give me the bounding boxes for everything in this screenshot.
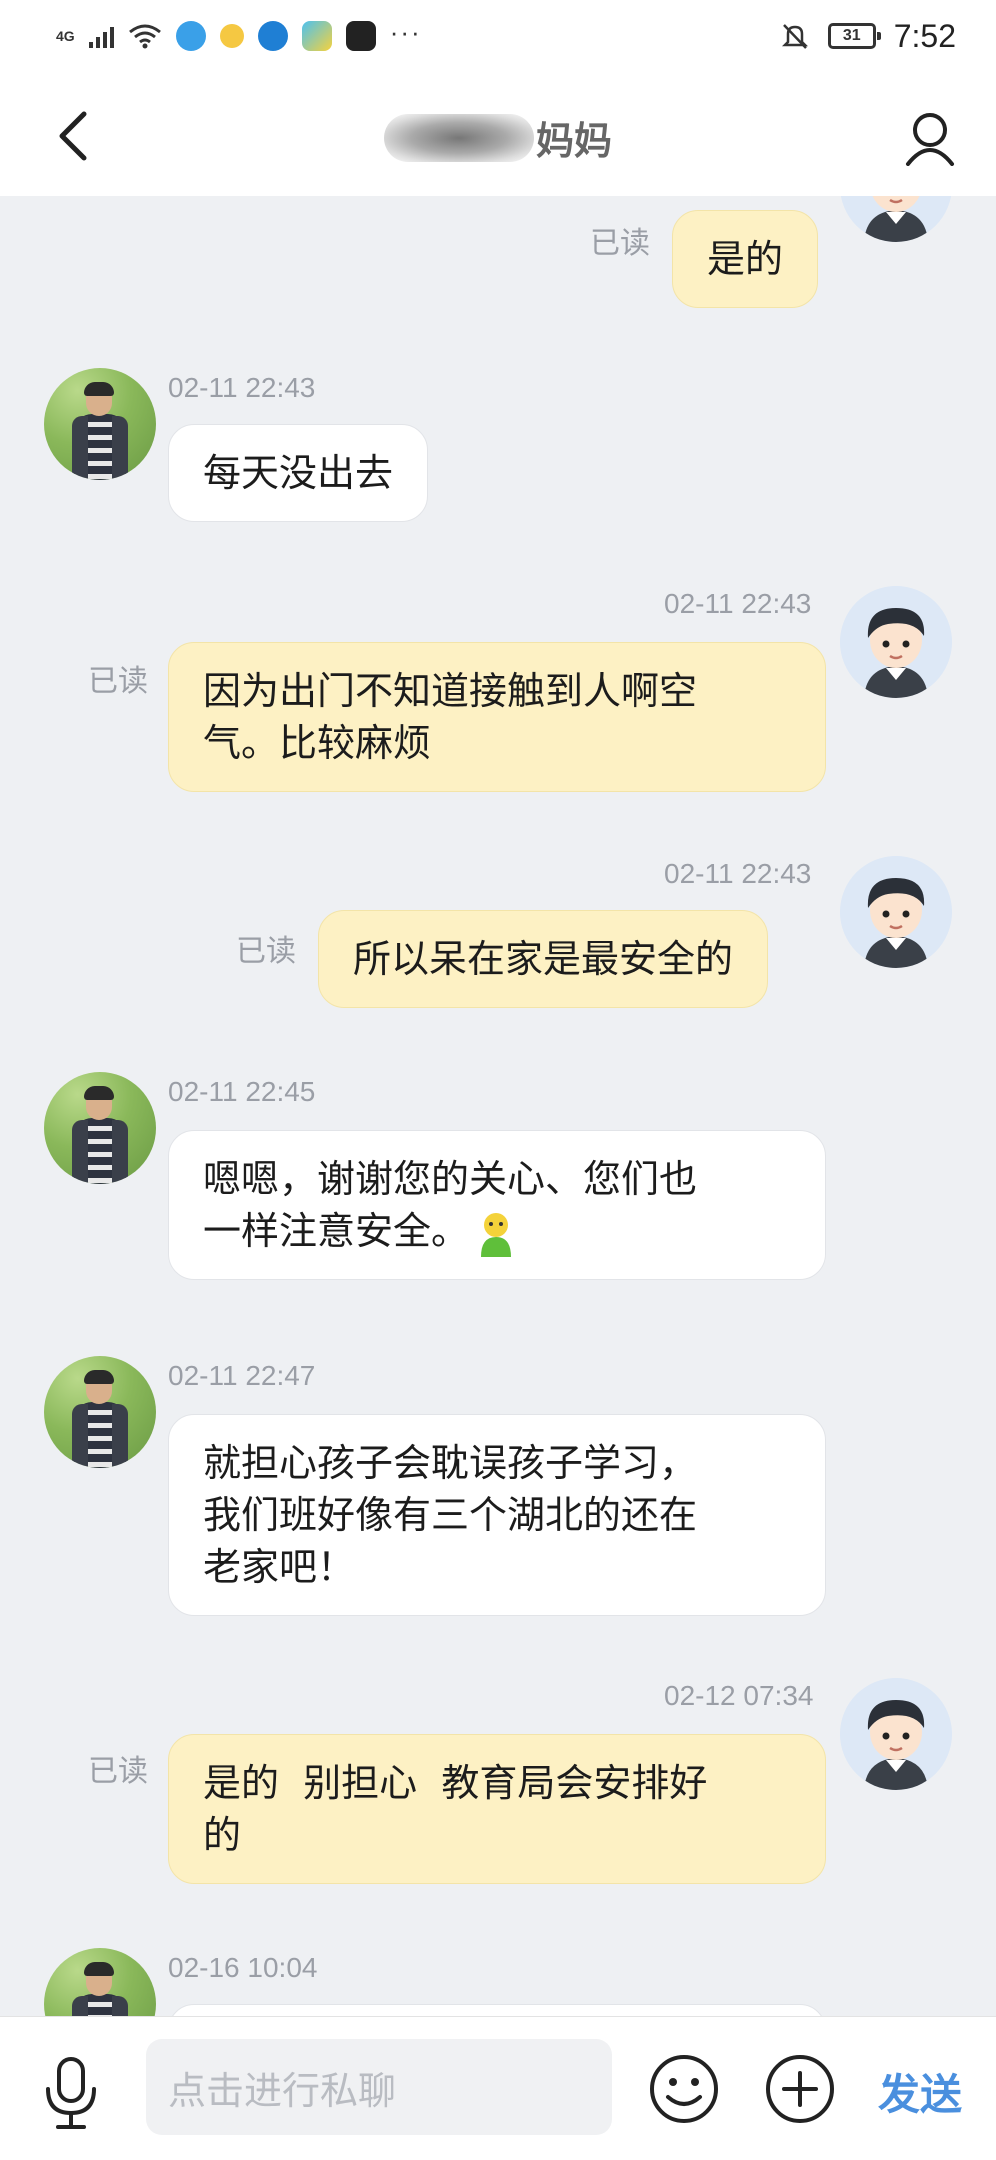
message-text-line: 气。比较麻烦 — [203, 721, 432, 765]
redacted-name — [383, 113, 534, 162]
battery-icon: 31 — [827, 23, 881, 49]
message-text-line: 的 — [203, 1813, 242, 1857]
read-receipt: 已读 — [88, 1754, 148, 1789]
message-list[interactable]: 已读 是的 02-11 22:43 每天没出去 02-11 22:43 已读 因… — [0, 196, 996, 2016]
message-text-line: 我们班好像有三个湖北的还在 — [203, 1493, 698, 1537]
message-text: 一样注意安全。 — [203, 1209, 470, 1253]
message-text: 是的 — [707, 237, 784, 281]
cartoon-boy-avatar-icon — [840, 196, 952, 242]
read-receipt: 已读 — [236, 934, 296, 969]
status-bar: 4G ··· 31 7:52 — [0, 0, 996, 72]
message-text-line: 一样注意安全。 — [203, 1205, 791, 1257]
message-text: 每天没出去 — [203, 451, 394, 495]
message-text-line: 是的 别担心 教育局会安排好 — [203, 1761, 708, 1805]
message-text-line: 嗯嗯，谢谢您的关心、您们也 — [203, 1157, 698, 1201]
wifi-icon — [128, 24, 161, 49]
read-receipt: 已读 — [88, 664, 148, 699]
cartoon-boy-avatar-icon — [840, 856, 952, 968]
app-notification-icon — [175, 21, 206, 51]
teacher-avatar[interactable] — [840, 856, 952, 968]
clock: 7:52 — [893, 17, 956, 54]
emoji-icon[interactable] — [648, 2053, 720, 2125]
battery-level: 31 — [842, 27, 861, 44]
message-timestamp: 02-16 10:04 — [168, 1952, 318, 1983]
parent-avatar[interactable] — [44, 1948, 156, 2016]
message-bubble-incoming[interactable] — [168, 2004, 826, 2016]
browser-app-icon — [257, 21, 288, 51]
teacher-avatar[interactable] — [840, 196, 952, 242]
message-bubble-outgoing[interactable]: 是的 别担心 教育局会安排好 的 — [168, 1734, 826, 1884]
chat-header: 妈妈 — [0, 72, 996, 196]
teacher-avatar[interactable] — [840, 586, 952, 698]
network-type: 4G — [56, 28, 75, 44]
paper-plane-app-icon — [301, 21, 332, 51]
message-timestamp: 02-11 22:47 — [168, 1360, 316, 1391]
message-bubble-outgoing[interactable]: 所以呆在家是最安全的 — [318, 910, 769, 1008]
message-input[interactable]: 点击进行私聊 — [146, 2039, 612, 2135]
message-input-placeholder: 点击进行私聊 — [168, 2068, 397, 2113]
parent-avatar[interactable] — [44, 1072, 156, 1184]
plus-circle-icon[interactable] — [764, 2053, 836, 2125]
read-receipt: 已读 — [590, 226, 650, 261]
cartoon-boy-avatar-icon — [840, 1678, 952, 1790]
message-bubble-outgoing[interactable]: 是的 — [672, 210, 819, 308]
message-text: 所以呆在家是最安全的 — [353, 937, 734, 981]
message-timestamp: 02-12 07:34 — [664, 1680, 814, 1711]
signal-icon — [88, 24, 114, 48]
parent-avatar[interactable] — [44, 1356, 156, 1468]
message-text-line: 因为出门不知道接触到人啊空 — [203, 669, 698, 713]
media-app-icon — [345, 21, 376, 51]
message-timestamp: 02-11 22:43 — [168, 372, 316, 403]
send-button[interactable]: 发送 — [878, 2061, 962, 2122]
person-icon[interactable] — [904, 110, 956, 166]
input-bar: 点击进行私聊 发送 — [0, 2016, 996, 2160]
moon-app-icon — [219, 24, 244, 48]
message-text-line: 就担心孩子会耽误孩子学习， — [203, 1441, 698, 1485]
message-text-line: 老家吧！ — [203, 1545, 356, 1589]
message-timestamp: 02-11 22:43 — [664, 858, 812, 889]
chat-title-text: 妈妈 — [535, 119, 612, 163]
microphone-icon[interactable] — [40, 2055, 102, 2131]
more-notifications-icon: ··· — [389, 16, 422, 47]
message-bubble-incoming[interactable]: 每天没出去 — [168, 424, 429, 522]
chat-title: 妈妈 — [0, 110, 996, 165]
message-bubble-incoming[interactable]: 就担心孩子会耽误孩子学习， 我们班好像有三个湖北的还在 老家吧！ — [168, 1414, 826, 1616]
status-right: 31 7:52 — [780, 18, 956, 55]
green-figure-emoji-icon — [475, 1211, 517, 1257]
status-left: 4G ··· — [56, 17, 422, 51]
message-timestamp: 02-11 22:43 — [664, 588, 812, 619]
message-bubble-outgoing[interactable]: 因为出门不知道接触到人啊空 气。比较麻烦 — [168, 642, 826, 792]
teacher-avatar[interactable] — [840, 1678, 952, 1790]
bell-muted-icon — [781, 24, 808, 49]
cartoon-boy-avatar-icon — [840, 586, 952, 698]
message-timestamp: 02-11 22:45 — [168, 1076, 316, 1107]
message-bubble-incoming[interactable]: 嗯嗯，谢谢您的关心、您们也 一样注意安全。 — [168, 1130, 826, 1280]
parent-avatar[interactable] — [44, 368, 156, 480]
